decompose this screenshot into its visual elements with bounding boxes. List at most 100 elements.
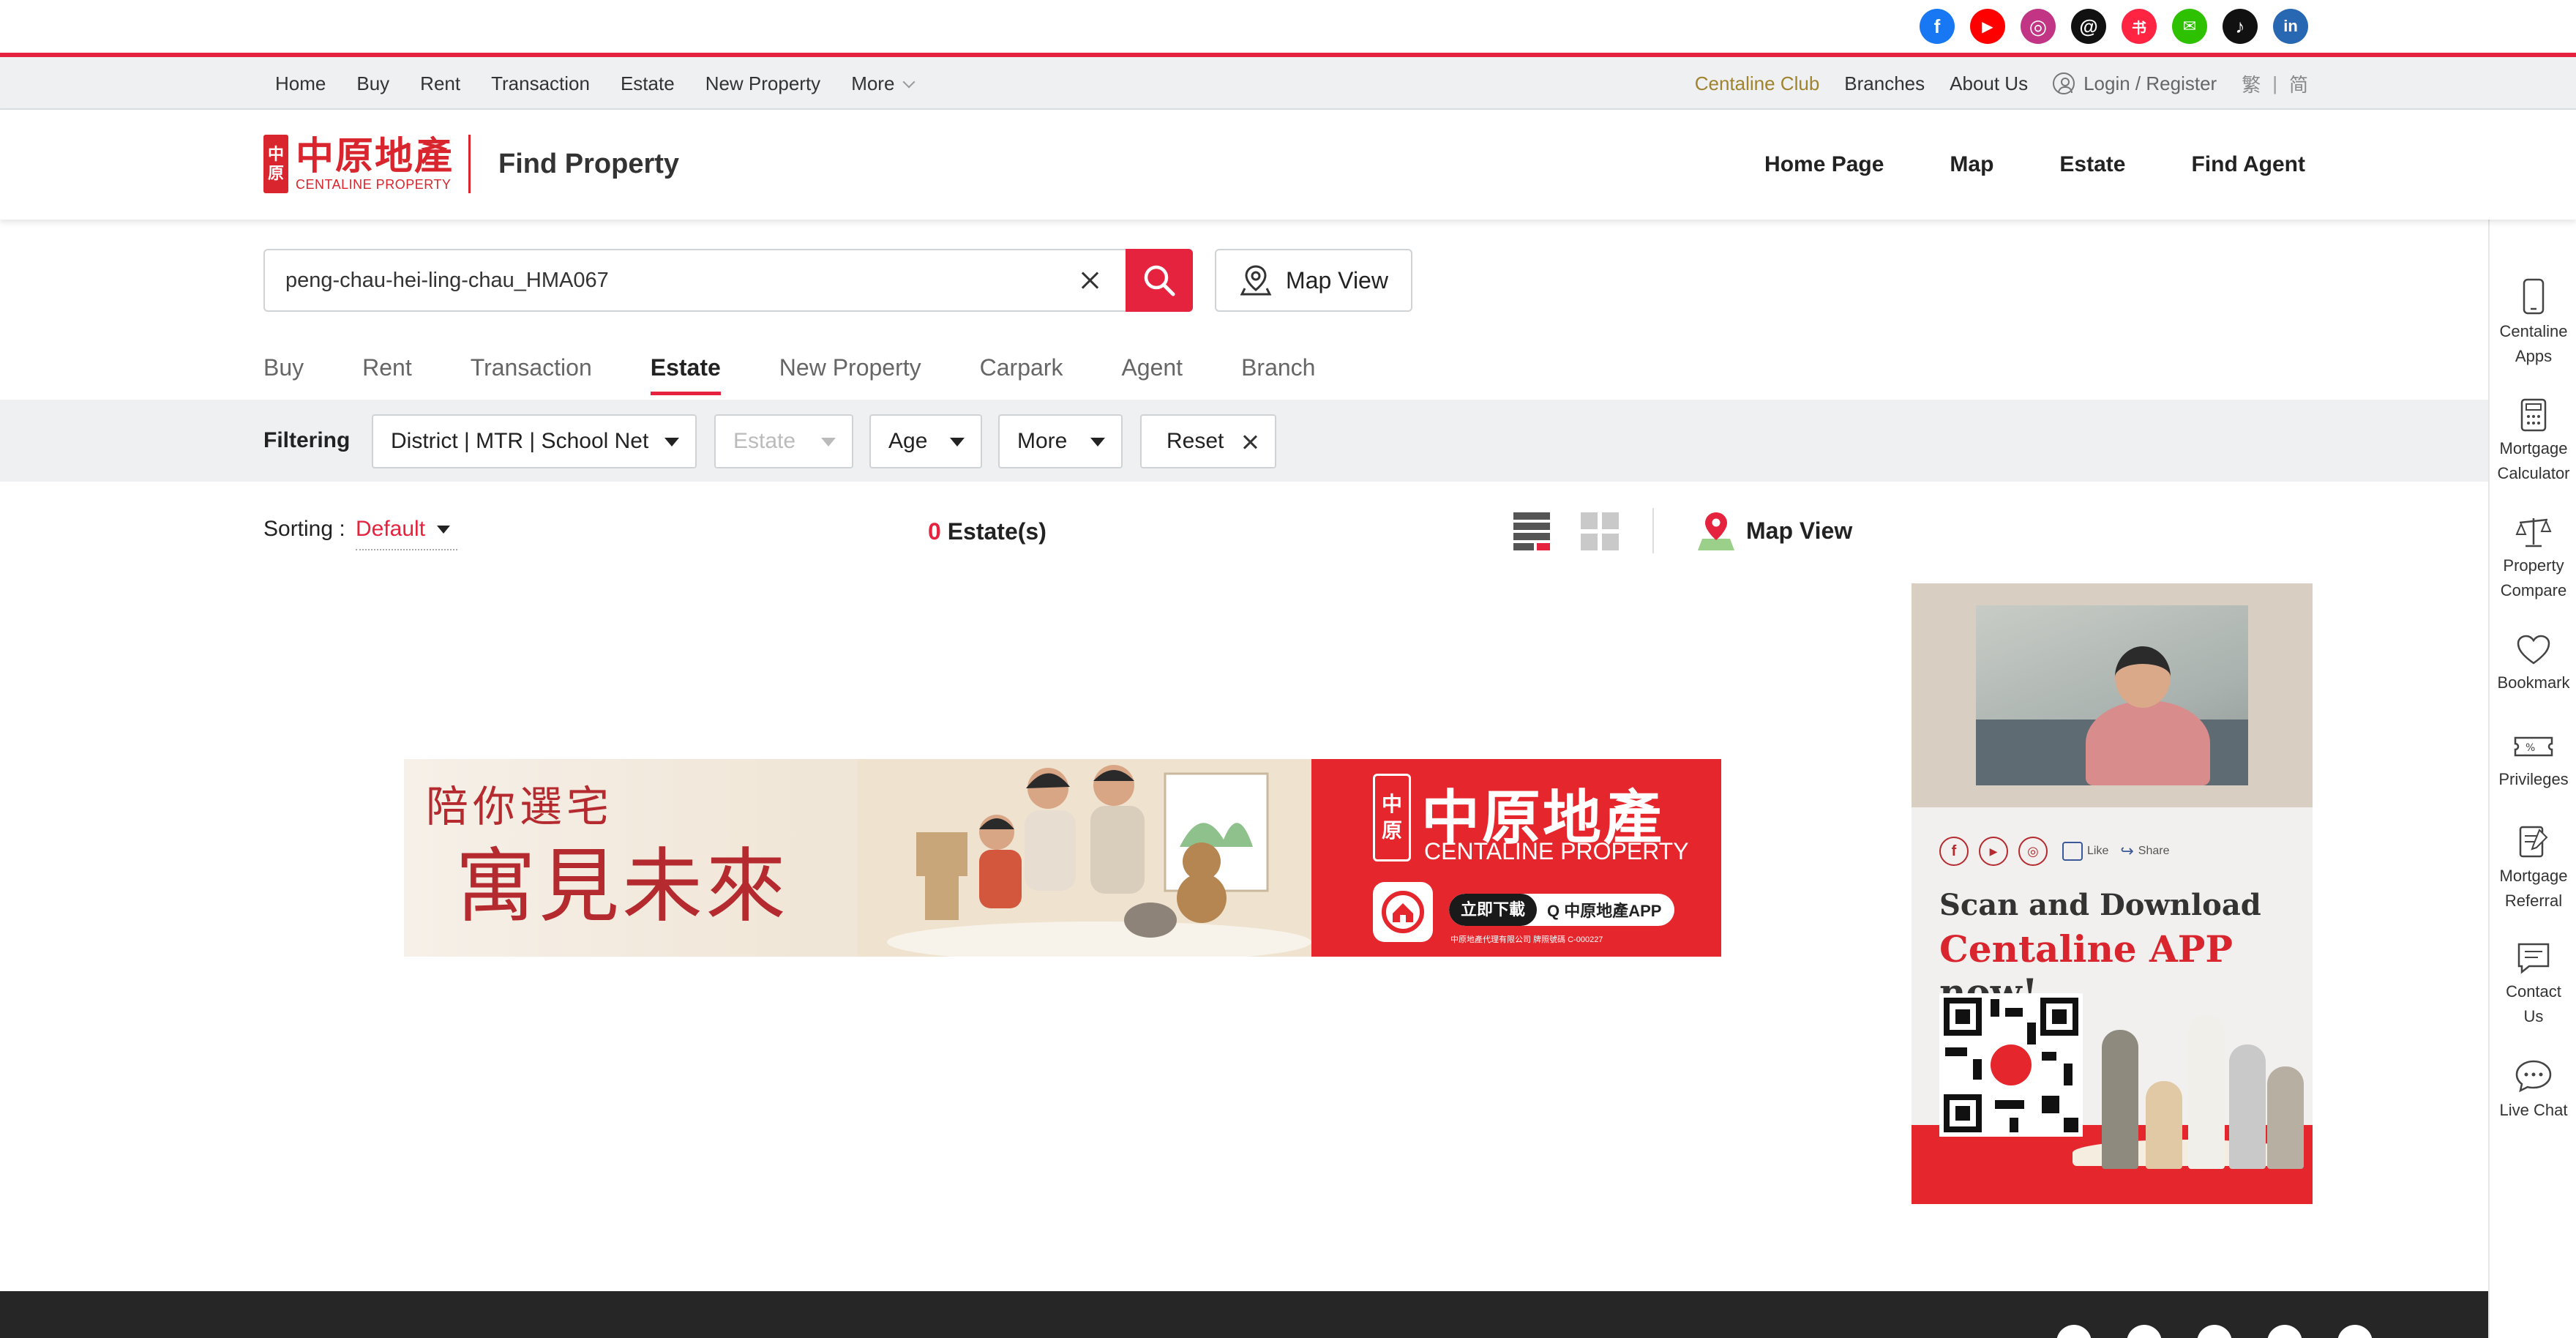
header-nav-estate[interactable]: Estate: [2059, 152, 2125, 177]
app-download-pill[interactable]: 立即下載 Q 中原地產APP: [1449, 894, 1674, 926]
header-nav-home-page[interactable]: Home Page: [1764, 152, 1884, 177]
footer-social-icon[interactable]: [2056, 1325, 2092, 1338]
top-nav-estate[interactable]: Estate: [621, 72, 675, 95]
page-title: Find Property: [498, 148, 680, 179]
banner-slogan-line2: 寓見未來: [455, 840, 789, 933]
right-quick-sidebar: Centaline Apps Mortgage Calculator Prope…: [2488, 220, 2576, 1338]
ad-share-label: Share: [2138, 845, 2170, 857]
facebook-icon[interactable]: f: [1939, 837, 1969, 866]
grid-view-icon[interactable]: [1581, 512, 1619, 550]
more-filter-select[interactable]: More: [998, 414, 1123, 468]
search-button[interactable]: [1126, 249, 1193, 312]
top-nav-more[interactable]: More: [851, 72, 916, 95]
map-view-button[interactable]: Map View: [1215, 249, 1412, 312]
list-view-icon[interactable]: [1513, 512, 1550, 550]
top-nav-transaction[interactable]: Transaction: [491, 72, 590, 95]
sidebar-item-mortgage-referral[interactable]: Mortgage Referral: [2490, 824, 2576, 913]
sidebar-item-mortgage-calculator[interactable]: Mortgage Calculator: [2490, 398, 2576, 486]
top-nav: Home Buy Rent Transaction Estate New Pro…: [0, 57, 2576, 110]
results-map-view-button[interactable]: Map View: [1696, 509, 1852, 552]
header-nav-map[interactable]: Map: [1950, 152, 1993, 177]
centaline-logo[interactable]: 中 原 中原地產 CENTALINE PROPERTY Find Propert…: [263, 135, 679, 193]
result-count-label: Estate(s): [947, 518, 1046, 545]
centaline-club-link[interactable]: Centaline Club: [1695, 72, 1820, 95]
top-nav-more-label: More: [851, 72, 895, 94]
logo-chinese: 中原地產: [296, 135, 454, 179]
facebook-icon[interactable]: f: [1920, 9, 1955, 44]
banner-brand-english: CENTALINE PROPERTY: [1424, 838, 1689, 864]
tab-agent[interactable]: Agent: [1121, 351, 1183, 395]
tab-carpark[interactable]: Carpark: [980, 351, 1063, 395]
linkedin-icon[interactable]: in: [2273, 9, 2308, 44]
footer-social-icon[interactable]: [2197, 1325, 2232, 1338]
search-icon: [1144, 265, 1175, 296]
more-filter-label: More: [1017, 429, 1068, 453]
sidebar-item-privileges[interactable]: % Privileges: [2490, 730, 2576, 792]
banner-seal-bottom: 原: [1381, 819, 1402, 842]
top-nav-buy[interactable]: Buy: [356, 72, 389, 95]
search-input[interactable]: [285, 250, 1017, 310]
instagram-icon[interactable]: ◎: [2018, 837, 2048, 866]
tab-new-property[interactable]: New Property: [779, 351, 921, 395]
result-count-number: 0: [928, 518, 941, 545]
top-nav-links: Home Buy Rent Transaction Estate New Pro…: [275, 57, 916, 110]
sidebar-item-live-chat[interactable]: Live Chat: [2490, 1058, 2576, 1123]
search-box: [263, 249, 1193, 312]
sidebar-label: Centaline: [2499, 322, 2568, 340]
lang-separator: |: [2272, 72, 2277, 94]
top-nav-new-property[interactable]: New Property: [705, 72, 821, 95]
sidebar-item-contact-us[interactable]: Contact Us: [2490, 941, 2576, 1029]
caret-down-icon: [950, 438, 965, 446]
ad-like-label: Like: [2087, 845, 2109, 857]
logo-seal: 中 原: [263, 135, 288, 193]
lang-simplified[interactable]: 简: [2289, 70, 2308, 97]
youtube-icon[interactable]: ▶: [1970, 9, 2005, 44]
app-download-ad[interactable]: f ▶ ◎ Like ↪ Share Scan and Download Cen…: [1912, 583, 2313, 1204]
tab-rent[interactable]: Rent: [362, 351, 412, 395]
logo-seal-bottom: 原: [267, 164, 284, 182]
sidebar-label: Bookmark: [2497, 673, 2570, 692]
sidebar-item-bookmark[interactable]: Bookmark: [2490, 634, 2576, 695]
top-nav-rent[interactable]: Rent: [420, 72, 460, 95]
social-strip: f ▶ ◎ @ 书 ✉ ♪ in: [0, 0, 2576, 53]
sorting-select[interactable]: Default: [356, 517, 458, 550]
banner-fine-print: 中原地產代理有限公司 牌照號碼 C-000227: [1450, 935, 1603, 944]
tab-buy[interactable]: Buy: [263, 351, 304, 395]
footer-social-icon[interactable]: [2337, 1325, 2373, 1338]
tab-branch[interactable]: Branch: [1241, 351, 1315, 395]
footer-social-icon[interactable]: [2267, 1325, 2302, 1338]
reset-filter-label: Reset: [1167, 429, 1224, 453]
close-icon: [1241, 433, 1259, 451]
promo-banner[interactable]: 陪你選宅 寓見未來 中 原 中原地產 CENTALINE PROPERTY 立即…: [404, 759, 1721, 957]
header-nav-find-agent[interactable]: Find Agent: [2191, 152, 2305, 177]
tab-transaction[interactable]: Transaction: [471, 351, 592, 395]
instagram-icon[interactable]: ◎: [2021, 9, 2056, 44]
footer-social-icon[interactable]: [2127, 1325, 2162, 1338]
lang-traditional[interactable]: 繁: [2242, 70, 2261, 97]
scale-icon: [2515, 518, 2552, 547]
sidebar-label: Property: [2503, 556, 2564, 575]
about-us-menu[interactable]: About Us: [1950, 72, 2028, 95]
reset-filter-button[interactable]: Reset: [1140, 414, 1276, 468]
sidebar-label: Mortgage: [2499, 439, 2568, 457]
xiaohongshu-icon[interactable]: 书: [2122, 9, 2157, 44]
branches-link[interactable]: Branches: [1844, 72, 1925, 95]
clear-search-icon[interactable]: [1079, 269, 1101, 291]
message-icon: [2517, 943, 2550, 974]
footer-social-icons: [2056, 1325, 2373, 1338]
login-register-link[interactable]: Login / Register: [2053, 72, 2217, 95]
banner-photo-area: 陪你選宅 寓見未來: [404, 759, 1311, 957]
ad-family-photo: [2094, 993, 2307, 1169]
top-nav-home[interactable]: Home: [275, 72, 326, 95]
tiktok-icon[interactable]: ♪: [2223, 9, 2258, 44]
age-filter-select[interactable]: Age: [869, 414, 982, 468]
tab-estate[interactable]: Estate: [650, 351, 721, 395]
threads-icon[interactable]: @: [2071, 9, 2106, 44]
youtube-icon[interactable]: ▶: [1979, 837, 2008, 866]
district-filter-select[interactable]: District | MTR | School Net: [372, 414, 697, 468]
ad-video-thumbnail[interactable]: [1976, 605, 2248, 785]
sidebar-item-centaline-apps[interactable]: Centaline Apps: [2490, 278, 2576, 369]
wechat-icon[interactable]: ✉: [2172, 9, 2207, 44]
site-footer: [0, 1291, 2488, 1338]
sidebar-item-property-compare[interactable]: Property Compare: [2490, 515, 2576, 603]
